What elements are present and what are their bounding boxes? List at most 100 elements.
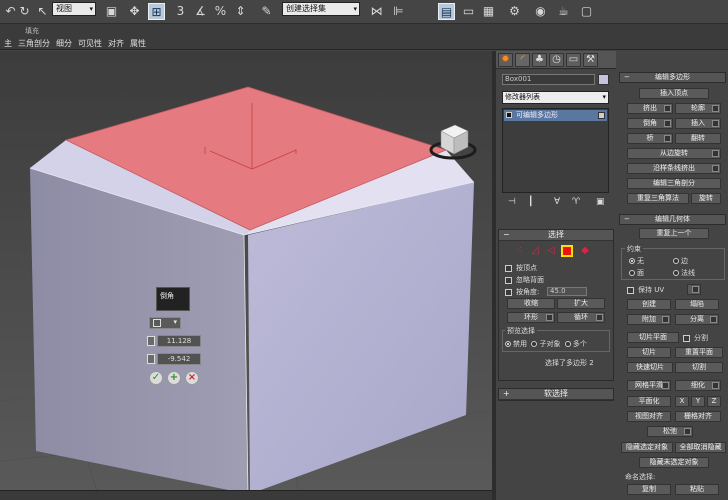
- cut-button[interactable]: 切割: [675, 362, 723, 373]
- spinner-snap-icon[interactable]: ⇕: [232, 3, 249, 20]
- stack-item-editable-poly[interactable]: 可编辑多边形: [504, 110, 607, 121]
- align-icon[interactable]: ⊫: [390, 3, 407, 20]
- expand-icon[interactable]: [506, 112, 512, 118]
- edge-level-icon[interactable]: ◿: [529, 245, 541, 257]
- create-button[interactable]: 创建: [627, 299, 671, 310]
- planar-z-button[interactable]: Z: [707, 396, 721, 407]
- preview-off-radio[interactable]: [505, 341, 511, 347]
- hinge-from-edge-button[interactable]: 从边旋转: [627, 148, 721, 159]
- border-level-icon[interactable]: ◁: [545, 245, 557, 257]
- edit-triangulation-button[interactable]: 编辑三角剖分: [627, 178, 721, 189]
- grid-align-button[interactable]: 栅格对齐: [675, 411, 721, 422]
- apply-button[interactable]: +: [167, 371, 181, 385]
- move-icon[interactable]: ✥: [126, 3, 143, 20]
- repeat-last-button[interactable]: 重复上一个: [639, 228, 709, 239]
- bevel-type-dropdown[interactable]: ▾: [149, 317, 181, 329]
- grow-button[interactable]: 扩大: [557, 298, 605, 309]
- ribbon-tab-triangulation[interactable]: 三角剖分: [18, 39, 50, 48]
- constraint-none[interactable]: 无: [629, 256, 644, 266]
- show-end-result-icon[interactable]: ┃: [528, 197, 533, 207]
- outline-button[interactable]: 轮廓: [675, 103, 721, 114]
- split-row[interactable]: 分割: [683, 333, 708, 343]
- cancel-button[interactable]: ×: [185, 371, 199, 385]
- modifier-list-dropdown[interactable]: 修改器列表 ▾: [502, 91, 609, 104]
- turn-button[interactable]: 旋转: [691, 193, 721, 204]
- extrude-along-spline-button[interactable]: 沿样条线挤出: [627, 163, 721, 174]
- height-field[interactable]: 11.128: [157, 335, 201, 347]
- tessellate-button[interactable]: 细化: [675, 380, 721, 391]
- constraint-edge[interactable]: 边: [673, 256, 688, 266]
- ribbon-tab-align[interactable]: 对齐: [108, 39, 124, 48]
- by-vertex-checkbox[interactable]: [505, 264, 512, 272]
- polygon-level-icon[interactable]: [561, 245, 573, 257]
- ignore-backfacing-checkbox[interactable]: [505, 276, 512, 284]
- select-and-manipulate-icon[interactable]: ⊞: [148, 3, 165, 20]
- slice-button[interactable]: 切片: [627, 347, 671, 358]
- edit-named-selection-icon[interactable]: ✎: [258, 3, 275, 20]
- unhide-all-button[interactable]: 全部取消隐藏: [675, 442, 726, 453]
- soft-selection-rollout[interactable]: + 软选择: [498, 388, 614, 401]
- ignore-backfacing-row[interactable]: 忽略背面: [505, 275, 613, 286]
- remove-modifier-icon[interactable]: ♈: [572, 197, 580, 207]
- inset-button[interactable]: 插入: [675, 118, 721, 129]
- preview-multi-radio[interactable]: [564, 341, 571, 347]
- paste-button[interactable]: 粘贴: [675, 484, 719, 495]
- hide-unselected-button[interactable]: 隐藏未选定对象: [639, 457, 709, 468]
- collapse-button[interactable]: 塌陷: [675, 299, 719, 310]
- pin-stack-icon[interactable]: ⊣: [508, 197, 516, 207]
- soft-selection-header[interactable]: + 软选择: [499, 389, 613, 400]
- object-name-field[interactable]: Box001: [502, 74, 595, 85]
- select-object-icon[interactable]: ↖: [34, 3, 51, 20]
- named-selection-dropdown[interactable]: 创建选择集 ▾: [282, 2, 360, 16]
- reset-plane-button[interactable]: 重置平面: [675, 347, 723, 358]
- extrude-button[interactable]: 挤出: [627, 103, 673, 114]
- slice-plane-button[interactable]: 切片平面: [627, 332, 679, 343]
- stack-toggle-icon[interactable]: [598, 112, 605, 119]
- configure-sets-icon[interactable]: ▣: [596, 197, 605, 207]
- planar-y-button[interactable]: Y: [691, 396, 705, 407]
- loop-button[interactable]: 循环: [557, 312, 605, 323]
- by-angle-checkbox[interactable]: [505, 288, 512, 296]
- view-align-button[interactable]: 视图对齐: [627, 411, 671, 422]
- bevel-button[interactable]: 倒角: [627, 118, 673, 129]
- outline-field[interactable]: -9.542: [157, 353, 201, 365]
- toggle-ribbon-icon[interactable]: ▭: [460, 3, 477, 20]
- percent-snap-icon[interactable]: %: [212, 3, 229, 20]
- hierarchy-tab-icon[interactable]: ♣: [532, 53, 547, 67]
- angle-field[interactable]: 45.0: [547, 287, 587, 296]
- snap-toggle-icon[interactable]: 3: [172, 3, 189, 20]
- object-color-swatch[interactable]: [598, 74, 609, 85]
- quickslice-button[interactable]: 快速切片: [627, 362, 673, 373]
- constraint-normal[interactable]: 法线: [673, 268, 695, 278]
- relax-button[interactable]: 松弛: [647, 426, 693, 437]
- make-unique-icon[interactable]: ∀: [554, 197, 560, 207]
- preview-subobj-radio[interactable]: [531, 341, 538, 347]
- angle-snap-icon[interactable]: ∡: [192, 3, 209, 20]
- meshsmooth-button[interactable]: 网格平滑: [627, 380, 671, 391]
- ok-button[interactable]: ✓: [149, 371, 163, 385]
- selection-rollout-header[interactable]: − 选择: [499, 230, 613, 241]
- ribbon-tab-subdivision[interactable]: 细分: [56, 39, 72, 48]
- perspective-viewport[interactable]: 倒角 ▾ 11.128 -9.542 ✓ + ×: [0, 51, 492, 500]
- time-slider[interactable]: [0, 490, 492, 500]
- vertex-level-icon[interactable]: ⁖: [513, 245, 525, 257]
- copy-button[interactable]: 复制: [627, 484, 671, 495]
- edit-polygons-header[interactable]: − 编辑多边形: [619, 72, 726, 83]
- by-vertex-row[interactable]: 按顶点: [505, 263, 613, 274]
- modify-tab-icon[interactable]: ◜: [515, 53, 530, 67]
- utilities-tab-icon[interactable]: ⚒: [583, 53, 598, 67]
- shrink-button[interactable]: 收缩: [507, 298, 555, 309]
- material-editor-icon[interactable]: ◉: [532, 3, 549, 20]
- detach-button[interactable]: 分离: [675, 314, 719, 325]
- constraint-face[interactable]: 面: [629, 268, 644, 278]
- mirror-icon[interactable]: ⋈: [368, 3, 385, 20]
- ribbon-tab-visibility[interactable]: 可见性: [78, 39, 102, 48]
- create-tab-icon[interactable]: ✹: [498, 53, 513, 67]
- hide-selected-button[interactable]: 隐藏选定对象: [621, 442, 673, 453]
- bridge-button[interactable]: 桥: [627, 133, 673, 144]
- ribbon-tab-properties[interactable]: 属性: [130, 39, 146, 48]
- redo-icon[interactable]: ↻: [16, 3, 33, 20]
- motion-tab-icon[interactable]: ◷: [549, 53, 564, 67]
- schematic-view-icon[interactable]: ⚙: [506, 3, 523, 20]
- ribbon-tab-main[interactable]: 主: [4, 39, 12, 48]
